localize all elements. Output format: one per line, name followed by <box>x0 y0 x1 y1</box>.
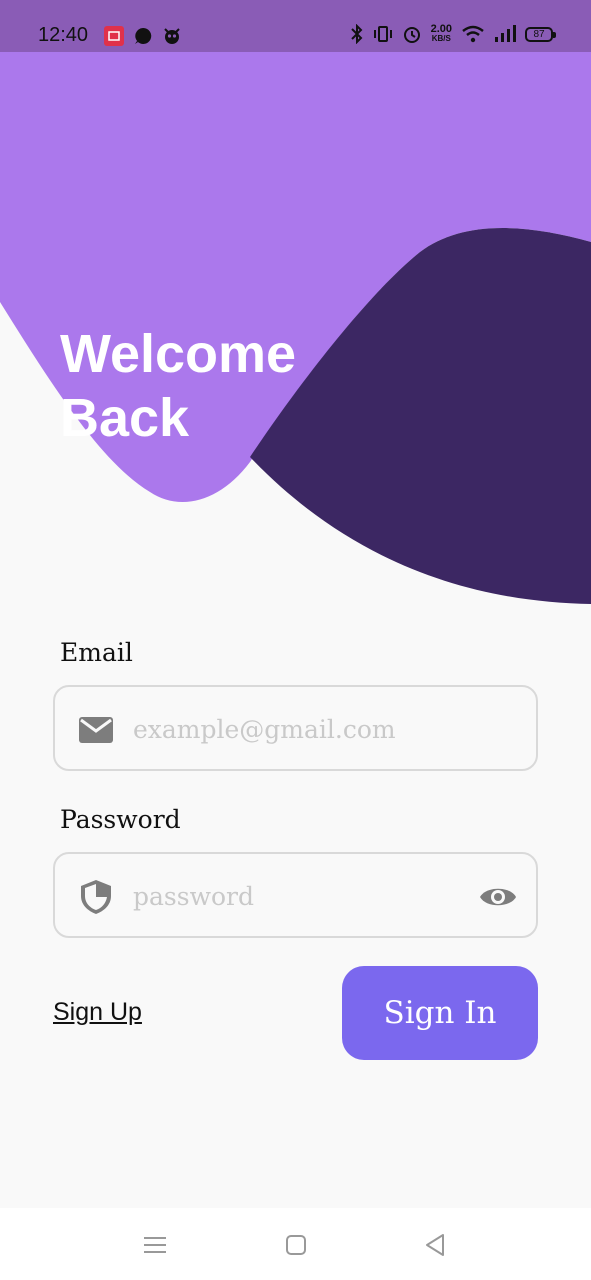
notification-icons <box>104 26 182 46</box>
password-field-container <box>53 852 538 938</box>
home-icon[interactable] <box>281 1230 311 1260</box>
status-bar: 12:40 2.00 KB/S 87 <box>0 0 591 52</box>
sign-in-button[interactable]: Sign In <box>342 966 538 1060</box>
email-label: Email <box>60 638 133 667</box>
email-field-container <box>53 685 538 771</box>
back-icon[interactable] <box>421 1230 451 1260</box>
status-time: 12:40 <box>38 24 89 46</box>
title-line-2: Back <box>60 388 190 448</box>
net-speed: 2.00 KB/S <box>431 24 452 44</box>
net-speed-unit: KB/S <box>431 34 451 43</box>
bluetooth-icon <box>350 24 362 44</box>
signal-icon <box>495 25 516 42</box>
alarm-icon <box>403 27 420 43</box>
page-title: Welcome Back <box>60 322 296 450</box>
password-input[interactable] <box>133 874 463 918</box>
app-notification-icon <box>104 26 124 46</box>
shield-icon <box>81 880 111 914</box>
sign-up-link[interactable]: Sign Up <box>53 998 142 1027</box>
password-label: Password <box>60 805 181 834</box>
system-nav-bar <box>0 1208 591 1280</box>
bug-icon <box>164 28 180 44</box>
menu-icon[interactable] <box>140 1230 170 1260</box>
email-input[interactable] <box>133 707 463 751</box>
whatsapp-icon <box>135 27 152 44</box>
vibrate-icon <box>373 26 392 42</box>
hero-header: Welcome Back <box>0 52 591 612</box>
eye-icon[interactable] <box>478 878 518 916</box>
net-speed-value: 2.00 <box>430 23 452 35</box>
system-status-icons: 2.00 KB/S 87 <box>350 24 556 44</box>
mail-icon <box>79 717 113 743</box>
battery-indicator: 87 <box>525 26 556 42</box>
title-line-1: Welcome <box>60 324 297 384</box>
wifi-icon <box>462 25 484 43</box>
